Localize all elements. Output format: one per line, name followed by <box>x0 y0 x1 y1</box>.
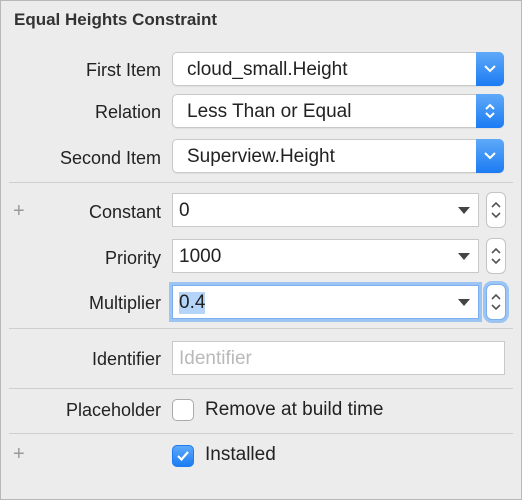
second-item-label: Second Item <box>59 148 161 168</box>
first-item-label: First Item <box>86 60 161 80</box>
stepper-arrows-icon <box>491 201 501 219</box>
placeholder-label: Placeholder <box>65 400 161 420</box>
stepper-arrows-icon <box>491 247 501 265</box>
constant-combo[interactable]: 0 <box>172 193 479 227</box>
multiplier-label: Multiplier <box>88 293 161 313</box>
installed-checkbox[interactable] <box>172 445 194 467</box>
multiplier-value: 0.4 <box>179 292 206 314</box>
divider <box>9 433 513 434</box>
panel-title: Equal Heights Constraint <box>14 10 218 29</box>
checkmark-icon <box>177 451 189 462</box>
divider <box>9 388 513 389</box>
multiplier-stepper[interactable] <box>486 284 506 320</box>
priority-combo[interactable]: 1000 <box>172 239 479 273</box>
multiplier-combo[interactable]: 0.4 <box>172 285 479 319</box>
relation-value: Less Than or Equal <box>187 101 352 122</box>
chevron-down-icon <box>476 52 504 86</box>
relation-popup[interactable]: Less Than or Equal <box>172 94 504 128</box>
attributes-panel: Equal Heights Constraint First Item clou… <box>0 0 522 500</box>
constant-stepper[interactable] <box>486 192 506 228</box>
divider <box>9 182 513 183</box>
installed-label[interactable]: Installed <box>205 444 276 466</box>
identifier-label: Identifier <box>91 349 161 369</box>
identifier-field[interactable] <box>172 341 505 375</box>
chevron-up-down-icon <box>476 94 504 128</box>
first-item-value: cloud_small.Height <box>187 59 348 80</box>
dropdown-arrow-icon[interactable] <box>458 299 470 306</box>
priority-value: 1000 <box>179 246 222 267</box>
relation-label: Relation <box>94 102 161 122</box>
remove-at-build-time-label[interactable]: Remove at build time <box>205 399 383 421</box>
priority-stepper[interactable] <box>486 238 506 274</box>
dropdown-arrow-icon[interactable] <box>458 253 470 260</box>
remove-at-build-time-checkbox[interactable] <box>172 399 194 421</box>
second-item-value: Superview.Height <box>187 146 335 167</box>
priority-label: Priority <box>104 248 161 268</box>
constant-label: Constant <box>88 202 161 222</box>
divider <box>9 328 513 329</box>
stepper-arrows-icon <box>491 293 501 311</box>
add-variation-icon[interactable]: + <box>13 444 25 464</box>
identifier-input[interactable] <box>179 348 479 370</box>
dropdown-arrow-icon[interactable] <box>458 207 470 214</box>
second-item-popup[interactable]: Superview.Height <box>172 139 504 173</box>
first-item-popup[interactable]: cloud_small.Height <box>172 52 504 86</box>
chevron-down-icon <box>476 139 504 173</box>
constant-value: 0 <box>179 200 190 221</box>
